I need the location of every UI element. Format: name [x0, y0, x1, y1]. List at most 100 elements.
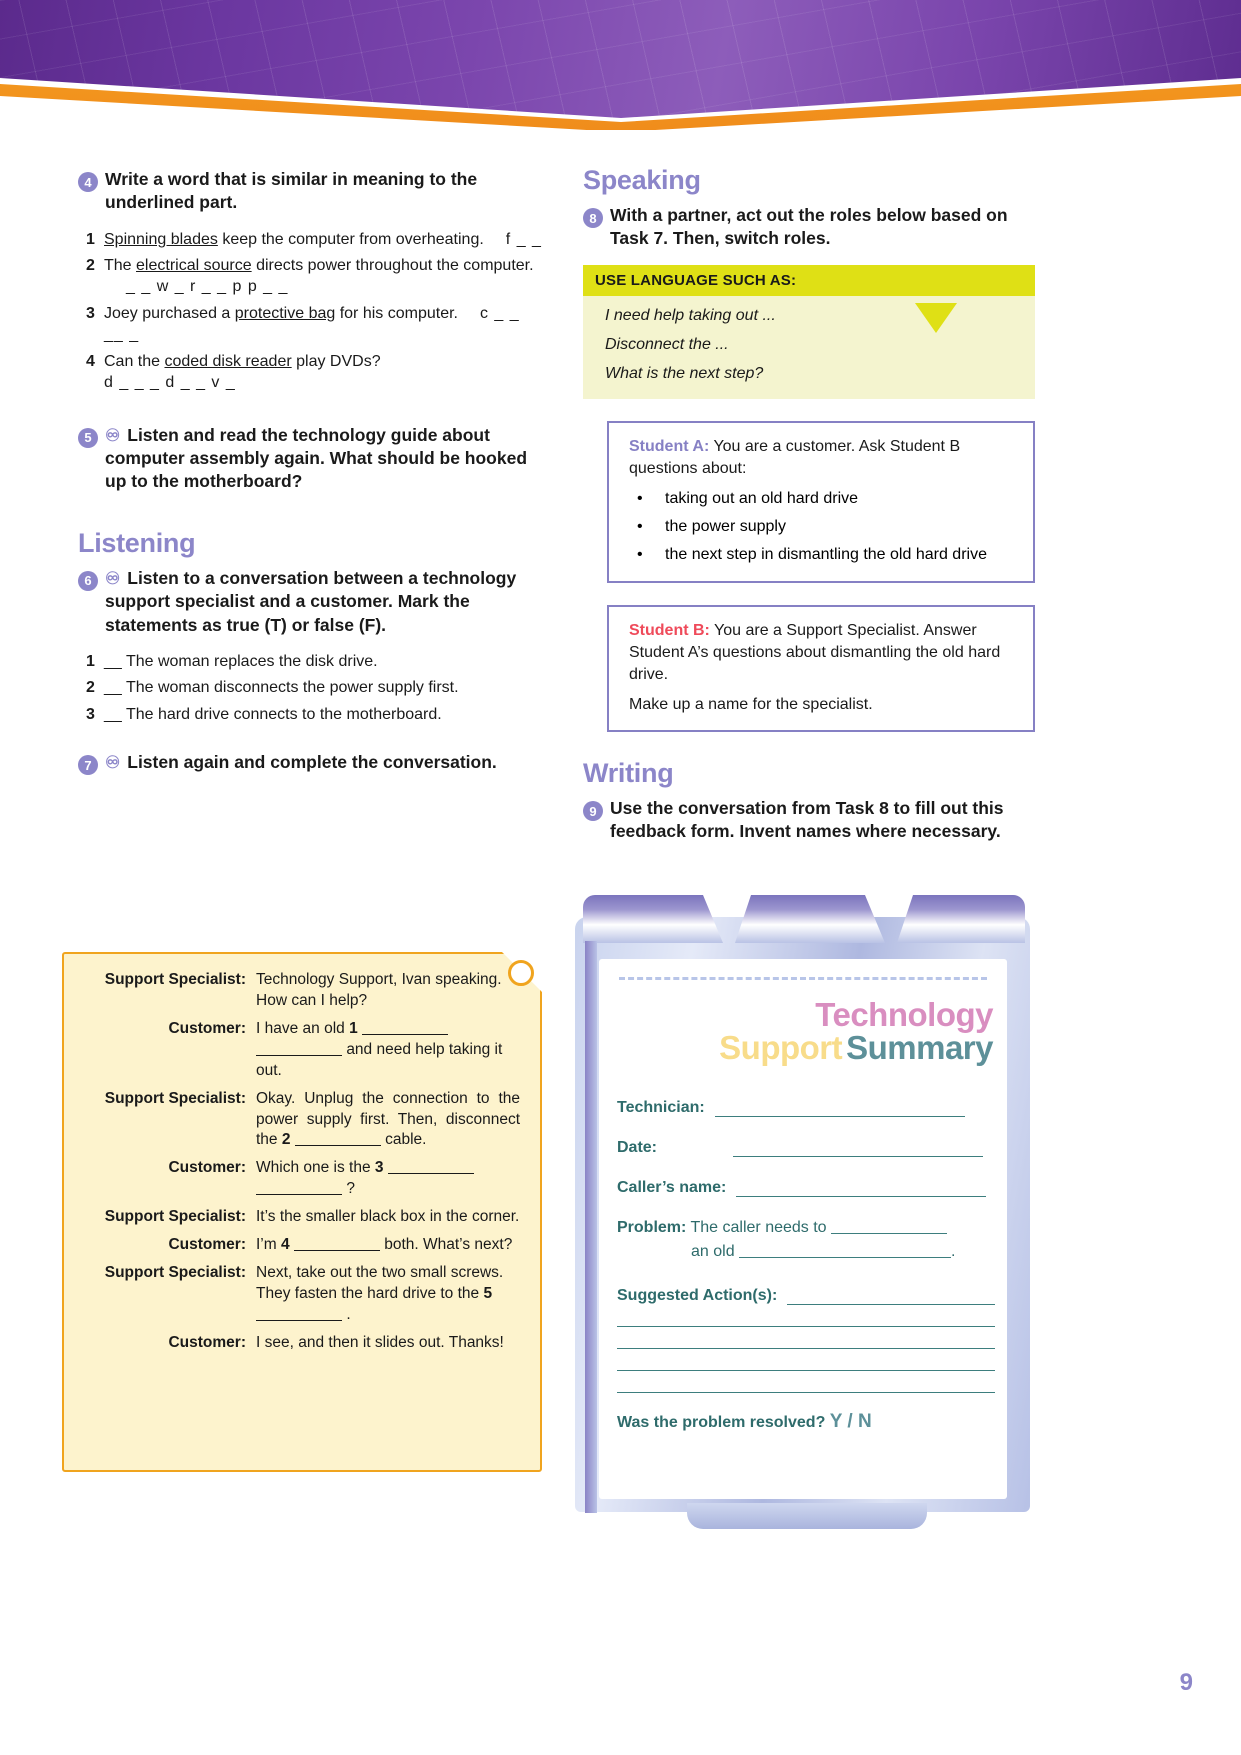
conversation-speaker: Support Specialist:	[104, 971, 246, 988]
field-suggested-actions-input-4[interactable]	[617, 1349, 995, 1371]
field-suggested-actions-input-3[interactable]	[617, 1327, 995, 1349]
use-language-line-1: I need help taking out ...	[605, 306, 776, 324]
statement-text: __ The woman disconnects the power suppl…	[104, 679, 459, 697]
task-5-number: 5	[78, 427, 98, 448]
conversation-text: I’m	[256, 1236, 281, 1254]
conversation-answer-blank[interactable]	[294, 1145, 381, 1147]
conversation-answer-blank[interactable]	[256, 1194, 342, 1196]
task-6-instruction: Listen to a conversation between a techn…	[105, 567, 517, 635]
bullet-text: taking out an old hard drive	[665, 489, 859, 507]
form-sheet: Technology Support Summary Technician: D…	[599, 959, 1007, 1499]
conversation-text: and need help taking it out.	[256, 1040, 503, 1079]
field-suggested-actions[interactable]: Suggested Action(s):	[617, 1287, 995, 1393]
conversation-text: I see, and then it slides out. Thanks!	[256, 1333, 504, 1351]
task-4-item-1: 1 Spinning blades keep the computer from…	[78, 229, 543, 250]
speech-pointer-icon	[915, 302, 957, 333]
underlined-phrase: electrical source	[136, 256, 252, 274]
conversation-row: Customer: Which one is the 3 ?	[84, 1158, 520, 1200]
task-6-instruction-wrap: ♾ Listen to a conversation between a tech…	[105, 567, 543, 637]
card-tab-3	[897, 895, 1025, 943]
item-number: 4	[86, 352, 95, 370]
conversation-answer-blank[interactable]	[256, 1319, 342, 1321]
task-8: 8 With a partner, act out the roles belo…	[583, 204, 1035, 251]
underlined-phrase: Spinning blades	[104, 230, 218, 248]
bullet-dot-icon: •	[637, 546, 643, 564]
student-a-bullet-3: • the next step in dismantling the old ha…	[629, 544, 1019, 566]
conversation-answer-blank[interactable]	[362, 1033, 449, 1035]
underlined-phrase: coded disk reader	[164, 352, 292, 370]
conversation-line: I’m 4 both. What’s next?	[256, 1235, 520, 1256]
student-b-note: Make up a name for the specialist.	[629, 696, 873, 714]
conversation-answer-blank[interactable]	[293, 1250, 380, 1252]
task-6-statement-1: 1 __ The woman replaces the disk drive.	[78, 651, 543, 672]
answer-hint: d _ _ _ d _ _ v _	[104, 374, 236, 392]
statement-text: __ The hard drive connects to the mother…	[104, 705, 442, 723]
statement-text: __ The woman replaces the disk drive.	[104, 652, 378, 670]
conversation-line: It’s the smaller black box in the corner…	[256, 1207, 520, 1228]
field-problem-line-2: an old .	[617, 1243, 995, 1261]
conversation-line: Okay. Unplug the connection to the power…	[256, 1089, 520, 1152]
field-resolved-label: Was the problem resolved?	[617, 1414, 826, 1431]
task-4-item-4: 4 Can the coded disk reader play DVDs? d …	[78, 351, 543, 394]
student-b-intro: Student B: You are a Support Specialist.…	[629, 620, 1019, 686]
conversation-row: Support Specialist: Okay. Unplug the conn…	[84, 1089, 520, 1152]
item-sentence: directs power throughout the computer.	[251, 256, 534, 274]
field-problem-text-1: The caller needs to	[690, 1219, 827, 1236]
field-problem[interactable]: Problem: The caller needs to an old .	[617, 1219, 995, 1261]
conversation-speaker: Customer:	[168, 1019, 246, 1037]
conversation-text: It’s the smaller black box in the corner…	[256, 1208, 520, 1226]
field-date-input[interactable]	[733, 1141, 984, 1157]
field-technician[interactable]: Technician:	[617, 1099, 995, 1117]
conversation-gap-number: 4	[280, 1236, 290, 1254]
task-5-instruction-wrap: ♾ Listen and read the technology guide ab…	[105, 424, 543, 494]
task-8-instruction: With a partner, act out the roles below …	[610, 205, 1008, 249]
field-technician-input[interactable]	[714, 1101, 965, 1117]
conversation-gap-number: 3	[374, 1159, 384, 1177]
answer-hint: _ _ w _ r _ _ p p _ _	[126, 278, 289, 296]
card-tab-2	[735, 895, 885, 943]
field-resolved-options[interactable]: Y / N	[830, 1411, 872, 1432]
field-problem-input-1[interactable]	[831, 1220, 948, 1234]
answer-hint: f _ _	[505, 230, 542, 248]
item-prefix: Joey purchased a	[104, 304, 235, 322]
card-spine	[585, 941, 597, 1513]
conversation-answer-blank[interactable]	[256, 1054, 342, 1056]
conversation-speaker: Customer:	[168, 1333, 246, 1351]
bullet-dot-icon: •	[637, 489, 643, 507]
headset-icon: ♾	[105, 425, 121, 445]
field-callers-name-input[interactable]	[736, 1181, 987, 1197]
conversation-answer-blank[interactable]	[387, 1173, 474, 1175]
conversation-text: I have an old	[256, 1019, 350, 1037]
speaking-heading: Speaking	[583, 165, 701, 195]
field-suggested-actions-input-5[interactable]	[617, 1371, 995, 1393]
field-resolved[interactable]: Was the problem resolved? Y / N	[617, 1411, 995, 1433]
conversation-line: I see, and then it slides out. Thanks!	[256, 1333, 520, 1354]
field-suggested-actions-input-1[interactable]	[787, 1289, 995, 1305]
task-8-number: 8	[583, 208, 603, 228]
item-number: 1	[86, 230, 95, 248]
conversation-line: Which one is the 3 ?	[256, 1158, 520, 1200]
conversation-speaker: Support Specialist:	[104, 1208, 246, 1226]
item-sentence: for his computer.	[335, 304, 458, 322]
field-callers-name[interactable]: Caller’s name:	[617, 1179, 995, 1197]
field-date[interactable]: Date:	[617, 1139, 995, 1157]
statement-number: 2	[86, 679, 95, 697]
field-problem-text-2: an old	[691, 1243, 735, 1260]
bullet-text: the next step in dismantling the old har…	[665, 546, 987, 564]
task-7-instruction-wrap: ♾ Listen again and complete the conversat…	[105, 751, 497, 775]
task-4-number: 4	[78, 172, 98, 192]
field-problem-input-2[interactable]	[739, 1244, 952, 1258]
field-problem-line-1: Problem: The caller needs to	[617, 1219, 995, 1237]
task-4-item-list: 1 Spinning blades keep the computer from…	[78, 229, 543, 394]
conversation-text: Technology Support, Ivan speaking. How c…	[256, 971, 502, 1009]
field-technician-label: Technician:	[617, 1099, 705, 1116]
conversation-row: Support Specialist: Technology Support, I…	[84, 970, 520, 1012]
conversation-gap-number: 1	[349, 1019, 358, 1037]
conversation-row: Support Specialist: Next, take out the tw…	[84, 1263, 520, 1326]
field-callers-name-label: Caller’s name:	[617, 1179, 727, 1196]
field-suggested-actions-input-2[interactable]	[617, 1305, 995, 1327]
conversation-transcript: Support Specialist: Technology Support, I…	[84, 970, 520, 1361]
headset-icon: ♾	[105, 568, 121, 588]
conversation-text: cable.	[385, 1131, 427, 1149]
task-5-instruction: Listen and read the technology guide abo…	[105, 424, 528, 492]
